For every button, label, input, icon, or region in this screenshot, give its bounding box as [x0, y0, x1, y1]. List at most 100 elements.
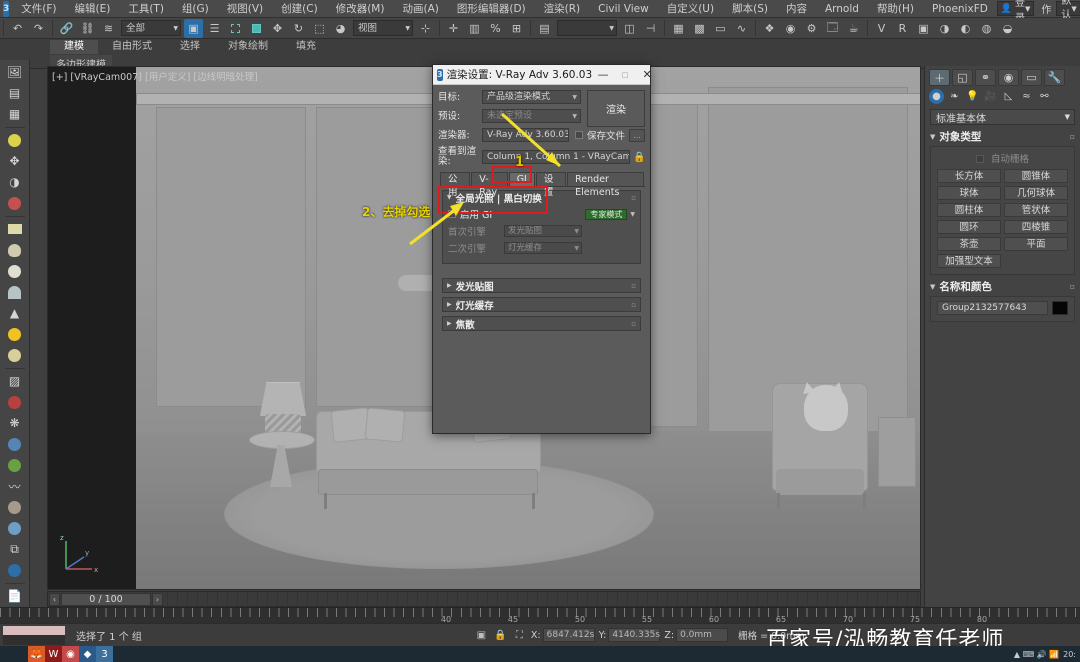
- pin-icon[interactable]: ▫: [631, 320, 636, 328]
- copy-object-icon[interactable]: ⧉: [4, 539, 26, 559]
- edit-named-selection-icon[interactable]: ▤: [535, 19, 554, 38]
- menu-item-create[interactable]: 创建(C): [272, 0, 327, 18]
- menu-item-views[interactable]: 视图(V): [218, 0, 272, 18]
- scene-explorer-icon[interactable]: ▩: [690, 19, 709, 38]
- max-icon[interactable]: 3: [96, 646, 113, 662]
- object-type-rollout-header[interactable]: ▼ 对象类型 ▫: [930, 129, 1075, 144]
- window-crossing-icon[interactable]: [247, 19, 266, 38]
- autogrid-checkbox[interactable]: [976, 155, 984, 163]
- name-color-rollout-header[interactable]: ▼ 名称和颜色 ▫: [930, 279, 1075, 294]
- firefox-icon[interactable]: 🦊: [28, 646, 45, 662]
- render-frame-window-icon[interactable]: 🗔: [823, 19, 842, 38]
- create-tube-button[interactable]: 管状体: [1004, 203, 1068, 217]
- ribbon-tab-freeform[interactable]: 自由形式: [98, 40, 166, 54]
- select-object-icon[interactable]: ▣: [474, 628, 489, 643]
- dome-material-icon[interactable]: [4, 240, 26, 260]
- pin-icon[interactable]: ▫: [631, 282, 636, 290]
- ribbon-tab-object-paint[interactable]: 对象绘制: [214, 40, 282, 54]
- timeline-track[interactable]: [167, 592, 920, 606]
- curve-editor-icon[interactable]: ∿: [732, 19, 751, 38]
- y-coordinate-field[interactable]: 4140.335s: [608, 628, 660, 642]
- blue-ball-icon[interactable]: [4, 560, 26, 580]
- hair-icon[interactable]: 〰: [4, 476, 26, 496]
- percent-snap-icon[interactable]: %: [486, 19, 505, 38]
- ribbon-toggle-icon[interactable]: ▭: [711, 19, 730, 38]
- fur-icon[interactable]: ❋: [4, 413, 26, 433]
- create-pyramid-button[interactable]: 四棱锥: [1004, 220, 1068, 234]
- secondary-engine-combo[interactable]: 灯光缓存 ▼: [504, 242, 582, 254]
- menu-item-modifiers[interactable]: 修改器(M): [327, 0, 394, 18]
- menu-item-tools[interactable]: 工具(T): [119, 0, 173, 18]
- create-tab[interactable]: ＋: [929, 69, 950, 86]
- login-button[interactable]: 👤 登录 ▼: [997, 1, 1035, 16]
- tab-gi[interactable]: GI: [509, 172, 535, 186]
- modify-tab[interactable]: ◱: [952, 69, 973, 86]
- ribbon-tab-selection[interactable]: 选择: [166, 40, 214, 54]
- spinner-snap-icon[interactable]: ⊞: [507, 19, 526, 38]
- menu-item-civil-view[interactable]: Civil View: [589, 0, 658, 18]
- redo-icon[interactable]: ↷: [29, 19, 48, 38]
- placement-icon[interactable]: ◕: [331, 19, 350, 38]
- sun-light-icon[interactable]: [4, 130, 26, 150]
- named-selection-combo[interactable]: ▼: [557, 20, 617, 36]
- unlink-icon[interactable]: ⛓: [78, 19, 97, 38]
- create-sphere-button[interactable]: 球体: [937, 186, 1001, 200]
- reference-coordinate-combo[interactable]: 视图 ▼: [353, 20, 413, 36]
- create-teapot-button[interactable]: 茶壶: [937, 237, 1001, 251]
- media-icon[interactable]: ◉: [62, 646, 79, 662]
- caustics-rollout[interactable]: ▶ 焦散 ▫: [442, 316, 641, 331]
- lock-selection-icon[interactable]: 🔒: [493, 628, 508, 643]
- snap-toggle-icon[interactable]: ✛: [444, 19, 463, 38]
- menu-item-help[interactable]: 帮助(H): [868, 0, 923, 18]
- vray-toolbar-icon-4[interactable]: ◑: [935, 19, 954, 38]
- sphere-material-icon[interactable]: [4, 261, 26, 281]
- vray-toolbar-icon-1[interactable]: V: [872, 19, 891, 38]
- display-tab[interactable]: ▭: [1021, 69, 1042, 86]
- brain-icon[interactable]: [4, 497, 26, 517]
- dialog-title-bar[interactable]: 3 渲染设置: V-Ray Adv 3.60.03 — ▫ ✕: [433, 65, 650, 85]
- view-to-render-combo[interactable]: Column 1, Column 1 - VRayCam007 ▼: [482, 150, 630, 164]
- blue-sphere-icon[interactable]: [4, 434, 26, 454]
- motion-tab[interactable]: ◉: [998, 69, 1019, 86]
- render-setup-dialog[interactable]: 3 渲染设置: V-Ray Adv 3.60.03 — ▫ ✕ 渲染 目标: 产…: [432, 64, 651, 434]
- menu-item-scripting[interactable]: 脚本(S): [723, 0, 777, 18]
- layer-manager-icon[interactable]: ▦: [669, 19, 688, 38]
- target-combo[interactable]: 产品级渲染模式 ▼: [482, 90, 581, 104]
- irradiance-map-header[interactable]: ▶ 发光贴图 ▫: [443, 279, 640, 292]
- ribbon-tab-modeling[interactable]: 建模: [50, 40, 98, 54]
- grid-icon[interactable]: ▦: [4, 104, 26, 124]
- menu-item-phoenixfd[interactable]: PhoenixFD: [923, 0, 997, 18]
- globe-icon[interactable]: [4, 518, 26, 538]
- grass-icon[interactable]: [4, 455, 26, 475]
- maximize-button[interactable]: ▫: [614, 65, 636, 85]
- menu-item-content[interactable]: 内容: [777, 0, 816, 18]
- caustics-header[interactable]: ▶ 焦散 ▫: [443, 317, 640, 330]
- minimize-button[interactable]: —: [592, 65, 614, 85]
- tab-vray[interactable]: V-Ray: [471, 172, 507, 186]
- sun-icon[interactable]: [4, 324, 26, 344]
- vray-toolbar-icon-3[interactable]: ▣: [914, 19, 933, 38]
- selection-filter-combo[interactable]: 全部 ▼: [121, 20, 181, 36]
- chevron-down-icon[interactable]: ▼: [630, 211, 635, 218]
- diamond-icon[interactable]: ◆: [79, 646, 96, 662]
- pin-icon[interactable]: ▫: [1070, 132, 1075, 141]
- list-icon[interactable]: ▤: [4, 83, 26, 103]
- select-link-icon[interactable]: 🔗: [57, 19, 76, 38]
- select-and-move-icon[interactable]: ✥: [268, 19, 287, 38]
- x-coordinate-field[interactable]: 6847.412s: [543, 628, 595, 642]
- menu-item-arnold[interactable]: Arnold: [816, 0, 868, 18]
- pin-icon[interactable]: ▫: [631, 194, 636, 202]
- select-and-rotate-icon[interactable]: ↻: [289, 19, 308, 38]
- ribbon-tab-populate[interactable]: 填充: [282, 40, 330, 54]
- bind-space-warp-icon[interactable]: ≋: [99, 19, 118, 38]
- enable-gi-checkbox[interactable]: [448, 210, 456, 218]
- create-text-plus-button[interactable]: 加强型文本: [937, 254, 1001, 268]
- absolute-mode-icon[interactable]: ⛶: [512, 628, 527, 643]
- vray-toolbar-icon-5[interactable]: ◐: [956, 19, 975, 38]
- hierarchy-tab[interactable]: ⚭: [975, 69, 996, 86]
- sphere-light-icon[interactable]: [4, 345, 26, 365]
- select-object-icon[interactable]: ▣: [184, 19, 203, 38]
- primary-engine-combo[interactable]: 发光贴图 ▼: [504, 225, 582, 237]
- create-box-button[interactable]: 长方体: [937, 169, 1001, 183]
- light-cache-rollout[interactable]: ▶ 灯光缓存 ▫: [442, 297, 641, 312]
